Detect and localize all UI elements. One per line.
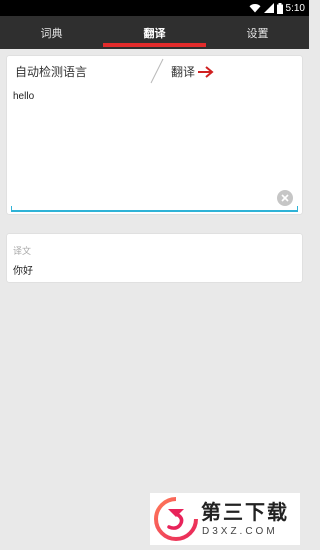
arrow-right-icon (198, 65, 214, 78)
tab-settings[interactable]: 设置 (206, 16, 309, 49)
language-divider (150, 58, 164, 84)
translate-button[interactable]: 翻译 (171, 63, 214, 80)
tab-label: 词典 (40, 26, 63, 40)
source-language-selector[interactable]: 自动检测语言 (15, 63, 87, 80)
battery-icon (276, 2, 283, 14)
clear-input-button[interactable] (277, 190, 293, 206)
result-label: 译文 (13, 247, 32, 257)
download-logo-icon (154, 497, 198, 541)
input-underline-left-tick (11, 206, 12, 211)
status-time: 5:10 (285, 2, 305, 14)
tab-label: 设置 (246, 26, 269, 40)
source-text-input[interactable]: hello (13, 91, 34, 102)
translation-input-card: 自动检测语言 翻译 hello (7, 56, 302, 214)
source-language-label: 自动检测语言 (15, 65, 88, 79)
signal-icon (263, 3, 274, 13)
active-tab-indicator (103, 43, 206, 47)
translation-result-card: 译文 你好 (7, 234, 302, 282)
input-underline-right-tick (297, 206, 298, 211)
watermark-subtitle: D3XZ.COM (202, 526, 278, 537)
translate-label: 翻译 (171, 65, 196, 79)
wifi-icon (249, 4, 261, 13)
tab-label: 翻译 (143, 26, 166, 40)
watermark-title: 第三下载 (201, 500, 289, 524)
close-icon (281, 194, 289, 202)
watermark: 第三下载 D3XZ.COM (150, 493, 300, 545)
input-underline (11, 210, 298, 212)
status-bar: 5:10 (0, 0, 309, 16)
status-icons: 5:10 (249, 2, 305, 14)
result-text: 你好 (13, 266, 33, 277)
tab-dictionary[interactable]: 词典 (0, 16, 103, 49)
